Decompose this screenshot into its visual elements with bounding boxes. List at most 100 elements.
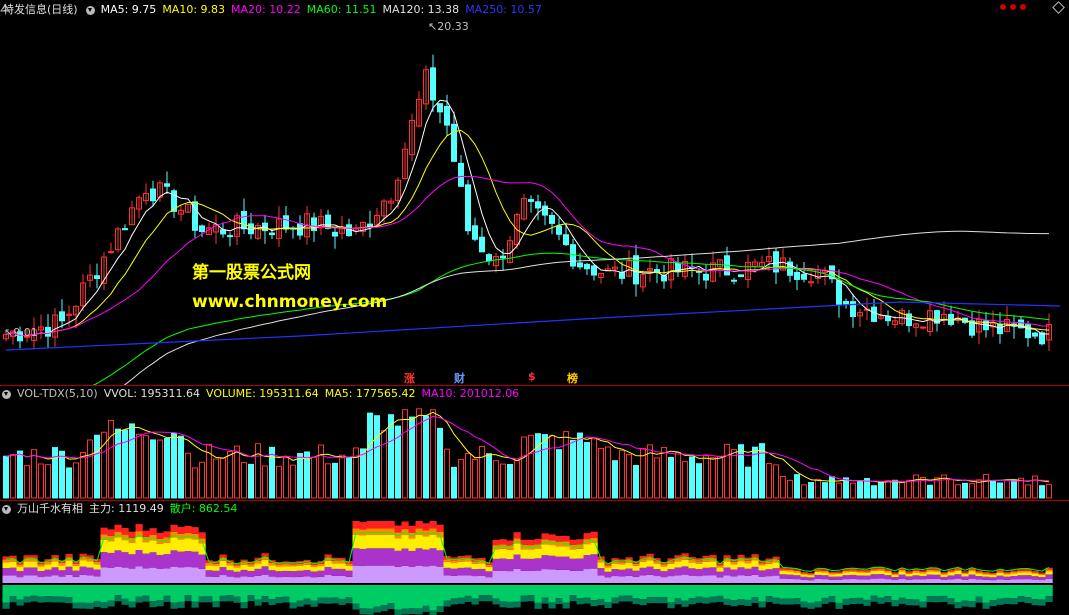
indicator-segment (996, 579, 1004, 583)
indicator-segment (947, 571, 955, 573)
indicator-segment (807, 575, 815, 578)
volume-bar (927, 484, 933, 499)
volume-bar (1039, 485, 1045, 499)
indicator-segment (177, 539, 185, 552)
indicator-segment (100, 567, 108, 583)
indicator-band (128, 601, 136, 608)
indicator-segment (310, 577, 318, 583)
indicator-band (646, 585, 654, 598)
indicator-segment (1003, 576, 1011, 580)
indicator-band (828, 596, 836, 603)
indicator-band (772, 597, 780, 604)
indicator-segment (912, 572, 920, 576)
volume-bar (332, 462, 338, 499)
indicator-band (359, 608, 367, 615)
indicator-segment (338, 563, 346, 569)
indicator-segment (569, 539, 577, 545)
indicator-segment (317, 576, 325, 583)
indicator-segment (968, 569, 976, 572)
indicator-segment (926, 571, 934, 575)
indicator-band (366, 608, 374, 615)
volume-bar (871, 485, 877, 499)
indicator-segment (380, 534, 388, 549)
indicator-band (177, 601, 185, 608)
indicator-segment (828, 579, 836, 583)
dropdown-icon[interactable] (85, 5, 95, 15)
indicator-band (814, 585, 822, 602)
indicator-band (884, 585, 892, 597)
indicator-segment (331, 560, 339, 564)
indicator-segment (884, 579, 892, 583)
indicator-band (100, 602, 108, 609)
scroll-up-icon[interactable] (0, 3, 10, 13)
indicator-band (1045, 585, 1053, 597)
diamond-icon[interactable] (1052, 1, 1065, 14)
indicator-band (695, 596, 703, 603)
indicator-band (1024, 585, 1032, 598)
dropdown-icon[interactable] (2, 389, 11, 399)
indicator-segment (240, 576, 248, 583)
indicator-band (1003, 597, 1011, 604)
indicator-segment (219, 560, 227, 568)
indicator-segment (954, 578, 962, 583)
volume-bar (94, 434, 100, 499)
volume-bar (542, 434, 548, 499)
marker-zhang[interactable]: 涨 (404, 370, 415, 386)
indicator-band (583, 597, 591, 604)
candle-body (164, 183, 170, 187)
dropdown-icon[interactable] (2, 504, 11, 514)
indicator-segment (758, 570, 766, 577)
volume-bar (626, 454, 632, 499)
indicator-segment (23, 575, 31, 583)
indicator-band (842, 585, 850, 599)
indicator-segment (394, 525, 402, 533)
indicator-band (478, 585, 486, 596)
volume-bar (255, 443, 261, 499)
marker-cai[interactable]: 财 (454, 370, 465, 386)
indicator-segment (401, 548, 409, 566)
indicator-segment (877, 574, 885, 579)
volume-bar (290, 464, 296, 499)
volume-bar (17, 450, 23, 499)
indicator-segment (219, 575, 227, 583)
indicator-segment (506, 545, 514, 550)
indicator-chart[interactable] (0, 517, 1069, 615)
volume-bar (276, 465, 282, 499)
indicator-band (268, 585, 276, 599)
indicator-segment (142, 553, 150, 569)
price-chart[interactable] (0, 16, 1069, 386)
marker-dollar[interactable]: $ (528, 370, 536, 383)
indicator-band (366, 585, 374, 609)
indicator-segment (86, 567, 94, 576)
indicator-band (289, 585, 297, 603)
indicator-segment (205, 565, 213, 571)
indicator-band (674, 598, 682, 605)
marker-bang[interactable]: 榜 (567, 370, 578, 386)
indicator-segment (828, 574, 836, 577)
indicator-band (380, 585, 388, 606)
indicator-segment (541, 533, 549, 540)
indicator-segment (345, 565, 353, 571)
indicator-segment (2, 575, 10, 583)
indicator-segment (905, 579, 913, 583)
indicator-segment (814, 578, 822, 583)
indicator-segment (443, 575, 451, 583)
indicator-segment (891, 572, 899, 574)
volume-chart[interactable] (0, 402, 1069, 500)
volume-bar (668, 456, 674, 499)
indicator-segment (93, 561, 101, 565)
indicator-segment (373, 548, 381, 566)
indicator-band (513, 601, 521, 608)
indicator-segment (618, 562, 626, 565)
indicator-segment (1010, 579, 1018, 583)
indicator-band (870, 595, 878, 602)
volume-bar (969, 483, 975, 499)
indicator-segment (65, 566, 73, 575)
indicator-band (681, 600, 689, 607)
indicator-segment (1003, 579, 1011, 583)
indicator-band (751, 585, 759, 597)
volume-bar (38, 463, 44, 499)
indicator-segment (282, 576, 290, 583)
indicator-band (786, 585, 794, 599)
indicator-segment (765, 576, 773, 583)
